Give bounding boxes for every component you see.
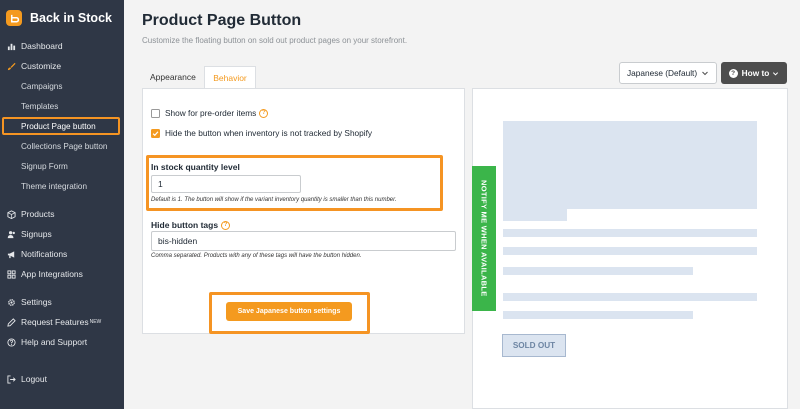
question-icon: [7, 337, 16, 347]
save-button[interactable]: Save Japanese button settings: [226, 302, 352, 321]
how-to-button[interactable]: ? How to: [721, 62, 787, 84]
hide-tags-label-row: Hide button tags ?: [151, 220, 231, 230]
sidebar-item-label: Request Features: [21, 317, 89, 327]
text-line-placeholder: [503, 311, 693, 319]
sidebar-item-label: Signups: [21, 229, 52, 239]
quantity-input[interactable]: 1: [151, 175, 301, 193]
brand[interactable]: Back in Stock: [6, 10, 112, 26]
hide-tags-help: Comma separated. Products with any of th…: [151, 253, 362, 259]
sidebar-item-help-and-support[interactable]: Help and Support: [7, 334, 87, 350]
notify-me-button-preview[interactable]: NOTIFY ME WHEN AVAILABLE: [472, 166, 496, 311]
sidebar-item-label: Dashboard: [21, 41, 63, 51]
help-icon[interactable]: ?: [259, 108, 269, 118]
sidebar-item-signups[interactable]: Signups: [7, 226, 52, 242]
notify-label: NOTIFY ME WHEN AVAILABLE: [479, 180, 489, 297]
page-title: Product Page Button: [142, 12, 302, 29]
tab-label: Appearance: [150, 72, 196, 82]
sidebar-item-products[interactable]: Products: [7, 206, 55, 222]
how-to-label: How to: [741, 68, 770, 78]
megaphone-icon: [7, 250, 16, 259]
hide-untracked-option: Hide the button when inventory is not tr…: [151, 128, 372, 138]
logout-icon: [7, 374, 16, 384]
page-subtitle: Customize the floating button on sold ou…: [142, 36, 408, 45]
behavior-panel: Show for pre-order items ? Hide the butt…: [142, 88, 465, 334]
sidebar-item-label: Campaigns: [21, 81, 63, 91]
sidebar-item-customize[interactable]: Customize: [7, 58, 61, 74]
sidebar-item-templates[interactable]: Templates: [21, 98, 58, 114]
sidebar-item-label: Customize: [21, 61, 62, 71]
quantity-label: In stock quantity level: [151, 162, 240, 172]
language-select[interactable]: Japanese (Default): [619, 62, 717, 84]
sidebar-item-label: Notifications: [21, 249, 68, 259]
text-line-placeholder: [503, 247, 757, 255]
sidebar-item-label: App Integrations: [21, 269, 83, 279]
sidebar-item-label: Settings: [21, 297, 52, 307]
box-icon: [7, 209, 16, 219]
tab-behavior[interactable]: Behavior: [204, 66, 256, 88]
quantity-help: Default is 1. The button will show if th…: [151, 197, 397, 203]
sidebar-item-product-page-button[interactable]: Product Page button: [2, 117, 120, 135]
sidebar-item-notifications[interactable]: Notifications: [7, 246, 67, 262]
title-placeholder: [503, 207, 567, 221]
text-line-placeholder: [503, 267, 693, 275]
hide-tags-label: Hide button tags: [151, 220, 219, 230]
gear-icon: [7, 298, 16, 307]
help-icon[interactable]: ?: [221, 220, 231, 230]
brush-icon: [7, 62, 16, 71]
sidebar-item-collections-page-button[interactable]: Collections Page button: [21, 138, 107, 154]
chevron-down-icon: [702, 71, 708, 76]
sidebar-item-campaigns[interactable]: Campaigns: [21, 78, 62, 94]
sidebar-item-label: Product Page button: [21, 121, 96, 131]
sold-out-badge: SOLD OUT: [502, 334, 566, 357]
product-image-placeholder: [503, 121, 757, 209]
tab-label: Behavior: [213, 72, 247, 83]
sidebar-item-request-features[interactable]: Request Features NEW: [7, 314, 101, 330]
pencil-icon: [7, 317, 16, 327]
sidebar-item-theme-integration[interactable]: Theme integration: [21, 178, 87, 194]
sidebar-item-label: Collections Page button: [21, 141, 108, 151]
language-select-value: Japanese (Default): [627, 68, 698, 78]
question-icon: ?: [728, 68, 738, 78]
sidebar-item-label: Help and Support: [21, 337, 88, 347]
storefront-preview: [472, 88, 788, 409]
hide-untracked-label: Hide the button when inventory is not tr…: [165, 128, 373, 138]
back-in-stock-logo-icon: [6, 10, 22, 26]
preorder-label: Show for pre-order items: [165, 108, 257, 118]
sidebar-item-settings[interactable]: Settings: [7, 294, 52, 310]
text-line-placeholder: [503, 293, 757, 301]
hide-untracked-checkbox[interactable]: [151, 128, 160, 138]
sidebar-item-label: Signup Form: [21, 161, 68, 171]
hide-tags-input[interactable]: bis-hidden: [151, 231, 456, 251]
sidebar-item-label: Products: [21, 209, 55, 219]
sidebar-item-signup-form[interactable]: Signup Form: [21, 158, 68, 174]
grid-icon: [7, 269, 16, 279]
preorder-checkbox[interactable]: [151, 108, 160, 118]
new-badge: NEW: [89, 319, 102, 325]
sidebar-item-app-integrations[interactable]: App Integrations: [7, 266, 83, 282]
chart-icon: [7, 42, 16, 51]
chevron-down-icon: [773, 71, 779, 75]
users-icon: [7, 230, 16, 239]
sidebar-item-logout[interactable]: Logout: [7, 371, 47, 387]
tab-appearance[interactable]: Appearance: [142, 66, 204, 88]
sidebar-item-dashboard[interactable]: Dashboard: [7, 38, 63, 54]
sidebar-item-label: Templates: [21, 101, 59, 111]
preorder-option: Show for pre-order items ?: [151, 108, 269, 118]
app-name: Back in Stock: [30, 11, 112, 25]
text-line-placeholder: [503, 229, 757, 237]
sidebar-item-label: Logout: [21, 374, 47, 384]
sidebar: Back in Stock Dashboard Customize Campai…: [0, 0, 124, 409]
sidebar-item-label: Theme integration: [21, 181, 87, 191]
